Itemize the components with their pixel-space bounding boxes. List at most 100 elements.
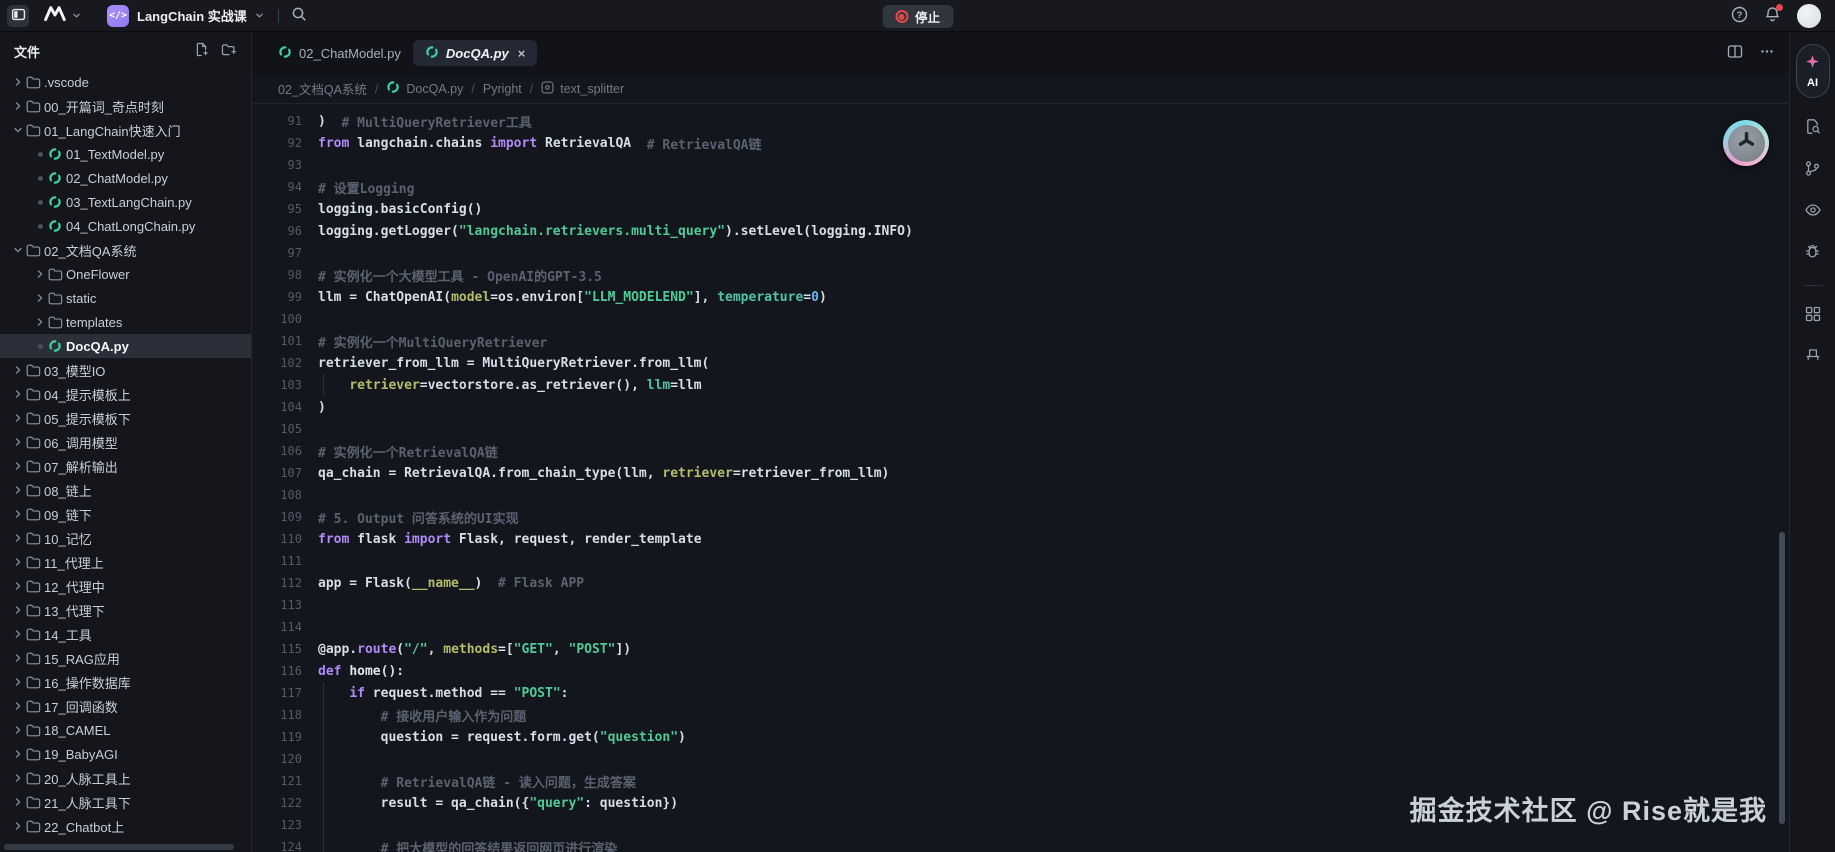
tree-item-22_Chatbot上[interactable]: 22_Chatbot上 [0, 814, 251, 838]
split-editor-button[interactable] [1727, 44, 1743, 62]
more-actions-button[interactable] [1759, 44, 1775, 62]
code-line-119[interactable]: 119 question = request.form.get("questio… [252, 726, 1789, 748]
code-line-94[interactable]: 94# 设置Logging [252, 176, 1789, 198]
line-number[interactable]: 119 [266, 730, 302, 744]
chevron-right-icon[interactable] [32, 269, 48, 279]
code-line-118[interactable]: 118 # 接收用户输入作为问题 [252, 704, 1789, 726]
code-line-124[interactable]: 124 # 把大模型的回答结果返回网页进行渲染 [252, 836, 1789, 852]
tree-item-static[interactable]: static [0, 286, 251, 310]
line-number[interactable]: 102 [266, 356, 302, 370]
line-number[interactable]: 105 [266, 422, 302, 436]
tree-item-DocQA.py[interactable]: DocQA.py [0, 334, 251, 358]
code-line-106[interactable]: 106# 实例化一个RetrievalQA链 [252, 440, 1789, 462]
chevron-right-icon[interactable] [10, 389, 26, 399]
new-folder-button[interactable] [221, 42, 237, 60]
line-number[interactable]: 106 [266, 444, 302, 458]
line-number[interactable]: 101 [266, 334, 302, 348]
code-editor[interactable]: 91) # MultiQueryRetriever工具92from langch… [252, 104, 1789, 852]
tree-item-09_链下[interactable]: 09_链下 [0, 502, 251, 526]
line-number[interactable]: 114 [266, 620, 302, 634]
debug-button[interactable] [1804, 243, 1821, 265]
code-line-98[interactable]: 98# 实例化一个大模型工具 - OpenAI的GPT-3.5 [252, 264, 1789, 286]
code-line-101[interactable]: 101# 实例化一个MultiQueryRetriever [252, 330, 1789, 352]
components-button[interactable] [1805, 347, 1821, 367]
horizontal-scrollbar[interactable] [4, 844, 234, 850]
line-number[interactable]: 112 [266, 576, 302, 590]
line-number[interactable]: 118 [266, 708, 302, 722]
tree-item-10_记忆[interactable]: 10_记忆 [0, 526, 251, 550]
line-number[interactable]: 123 [266, 818, 302, 832]
line-number[interactable]: 99 [266, 290, 302, 304]
notifications-button[interactable] [1764, 6, 1781, 26]
vertical-scrollbar[interactable] [1779, 532, 1785, 824]
chevron-right-icon[interactable] [10, 533, 26, 543]
chevron-right-icon[interactable] [10, 461, 26, 471]
code-line-117[interactable]: 117 if request.method == "POST": [252, 682, 1789, 704]
line-number[interactable]: 96 [266, 224, 302, 238]
tree-item-05_提示模板下[interactable]: 05_提示模板下 [0, 406, 251, 430]
tree-item-03_TextLangChain.py[interactable]: 03_TextLangChain.py [0, 190, 251, 214]
line-number[interactable]: 111 [266, 554, 302, 568]
code-line-96[interactable]: 96logging.getLogger("langchain.retriever… [252, 220, 1789, 242]
line-number[interactable]: 113 [266, 598, 302, 612]
code-line-97[interactable]: 97 [252, 242, 1789, 264]
code-line-120[interactable]: 120 [252, 748, 1789, 770]
tree-item-03_模型IO[interactable]: 03_模型IO [0, 358, 251, 382]
preview-button[interactable] [1804, 202, 1822, 223]
user-avatar[interactable] [1797, 4, 1821, 28]
extensions-button[interactable] [1805, 306, 1821, 327]
ai-panel-button[interactable]: AI [1796, 44, 1830, 98]
chevron-right-icon[interactable] [10, 629, 26, 639]
tree-item-08_链上[interactable]: 08_链上 [0, 478, 251, 502]
code-line-114[interactable]: 114 [252, 616, 1789, 638]
line-number[interactable]: 107 [266, 466, 302, 480]
close-tab-icon[interactable]: × [518, 46, 526, 61]
tree-item-06_调用模型[interactable]: 06_调用模型 [0, 430, 251, 454]
tree-item-OneFlower[interactable]: OneFlower [0, 262, 251, 286]
code-line-91[interactable]: 91) # MultiQueryRetriever工具 [252, 110, 1789, 132]
chevron-right-icon[interactable] [32, 317, 48, 327]
chevron-right-icon[interactable] [10, 485, 26, 495]
chevron-right-icon[interactable] [10, 581, 26, 591]
ai-assistant-badge[interactable] [1723, 120, 1769, 166]
chevron-down-icon[interactable] [10, 245, 26, 255]
sidebar-toggle-button[interactable] [7, 5, 29, 27]
tree-item-.vscode[interactable]: .vscode [0, 70, 251, 94]
breadcrumb-folder[interactable]: 02_文档QA系统 [278, 79, 367, 98]
chevron-right-icon[interactable] [10, 653, 26, 663]
file-search-button[interactable] [1804, 118, 1821, 140]
chevron-right-icon[interactable] [10, 605, 26, 615]
chevron-right-icon[interactable] [10, 437, 26, 447]
stop-button[interactable]: 停止 [882, 5, 953, 28]
line-number[interactable]: 94 [266, 180, 302, 194]
tree-item-14_工具[interactable]: 14_工具 [0, 622, 251, 646]
tree-item-20_人脉工具上[interactable]: 20_人脉工具上 [0, 766, 251, 790]
line-number[interactable]: 92 [266, 136, 302, 150]
line-number[interactable]: 116 [266, 664, 302, 678]
line-number[interactable]: 93 [266, 158, 302, 172]
tree-item-07_解析输出[interactable]: 07_解析输出 [0, 454, 251, 478]
line-number[interactable]: 95 [266, 202, 302, 216]
tree-item-11_代理上[interactable]: 11_代理上 [0, 550, 251, 574]
line-number[interactable]: 98 [266, 268, 302, 282]
tree-item-21_人脉工具下[interactable]: 21_人脉工具下 [0, 790, 251, 814]
search-button[interactable] [291, 6, 307, 25]
line-number[interactable]: 117 [266, 686, 302, 700]
breadcrumb-file[interactable]: DocQA.py [386, 80, 463, 97]
chevron-right-icon[interactable] [10, 557, 26, 567]
tab-02-chatmodel[interactable]: 02_ChatModel.py [266, 40, 413, 66]
line-number[interactable]: 108 [266, 488, 302, 502]
code-line-95[interactable]: 95logging.basicConfig() [252, 198, 1789, 220]
chevron-right-icon[interactable] [10, 749, 26, 759]
chevron-right-icon[interactable] [10, 101, 26, 111]
line-number[interactable]: 97 [266, 246, 302, 260]
tree-item-15_RAG应用[interactable]: 15_RAG应用 [0, 646, 251, 670]
line-number[interactable]: 100 [266, 312, 302, 326]
chevron-right-icon[interactable] [10, 821, 26, 831]
code-line-93[interactable]: 93 [252, 154, 1789, 176]
source-control-button[interactable] [1804, 160, 1821, 182]
tree-item-02_ChatModel.py[interactable]: 02_ChatModel.py [0, 166, 251, 190]
tree-item-18_CAMEL[interactable]: 18_CAMEL [0, 718, 251, 742]
chevron-right-icon[interactable] [10, 773, 26, 783]
chevron-right-icon[interactable] [10, 701, 26, 711]
